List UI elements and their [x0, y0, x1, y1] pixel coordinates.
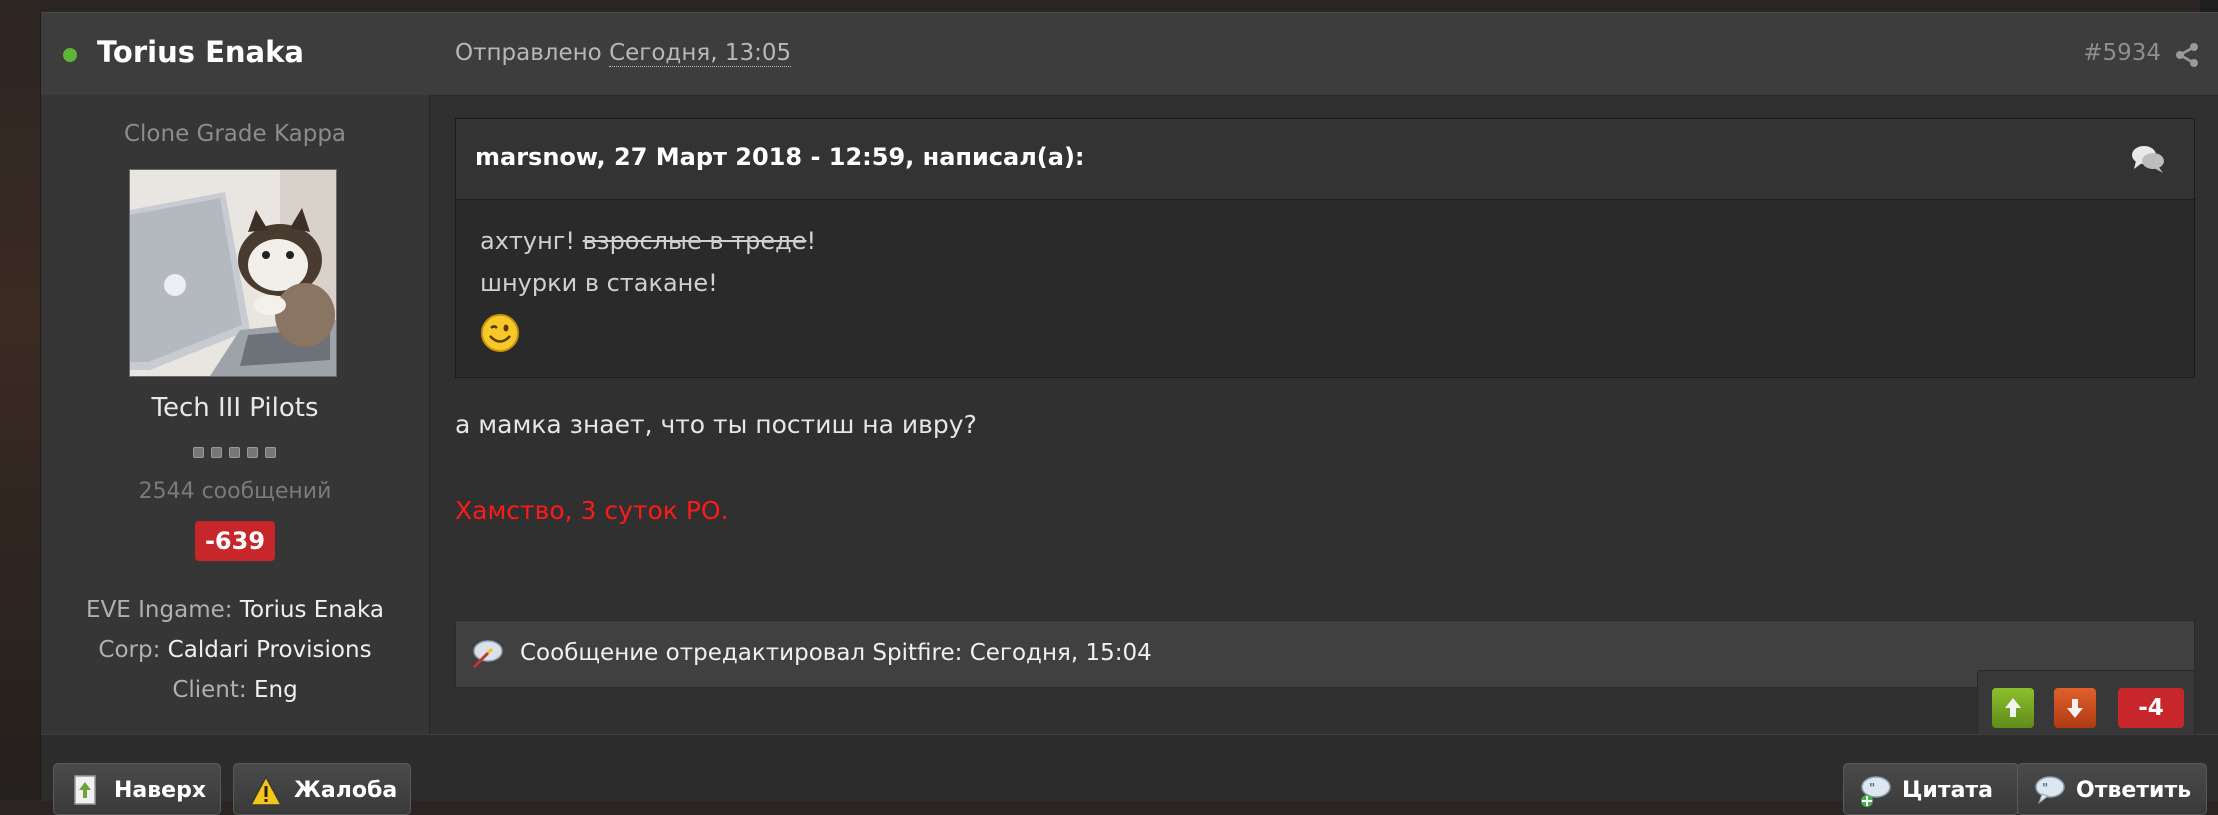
svg-text:": " — [2042, 781, 2048, 795]
rank-pip — [229, 447, 240, 458]
quote-line: шнурки в стакане! — [480, 269, 718, 297]
back-to-top-button[interactable]: Наверх — [53, 763, 221, 815]
edit-note-bar: Сообщение отредактировал Spitfire: Сегод… — [455, 620, 2195, 688]
quote-icon: " — [1861, 776, 1891, 807]
speech-bubbles-icon[interactable] — [2130, 143, 2166, 175]
quote-label: Цитата — [1902, 778, 1994, 803]
edit-note-icon — [472, 640, 503, 669]
rank-pip — [265, 447, 276, 458]
quote-text: ! — [806, 227, 817, 255]
rank-pip — [193, 447, 204, 458]
post-body-text: а мамка знает, что ты постиш на ивру? — [455, 410, 977, 439]
field-value: Caldari Provisions — [167, 637, 372, 663]
profile-field-corp: Corp: Caldari Provisions — [41, 637, 429, 663]
arrow-down-icon — [2067, 699, 2083, 718]
back-to-top-label: Наверх — [114, 778, 207, 803]
field-label: Corp: — [98, 637, 161, 663]
sent-date: Сегодня, 13:05 — [609, 40, 792, 67]
online-status-icon — [63, 48, 77, 62]
reply-icon: " — [2035, 776, 2065, 805]
reputation-badge: -639 — [195, 521, 275, 561]
post-count: 2544 сообщений — [138, 479, 332, 504]
vote-score: -4 — [2118, 688, 2184, 728]
profile-field-eve-ingame: EVE Ingame: Torius Enaka — [41, 597, 429, 623]
reply-label: Ответить — [2076, 778, 2192, 803]
post-footer: Наверх Жалоба " Цитата " Ответить — [41, 734, 2218, 815]
moderator-note: Хамство, 3 суток РО. — [455, 496, 729, 525]
forum-post: Torius Enaka Отправлено Сегодня, 13:05 #… — [40, 12, 2218, 815]
rank-pip — [211, 447, 222, 458]
quote-text: ахтунг! — [480, 227, 583, 255]
report-label: Жалоба — [294, 778, 398, 803]
share-icon[interactable] — [2173, 41, 2201, 69]
user-title: Clone Grade Kappa — [123, 121, 347, 147]
field-value: Eng — [253, 677, 298, 703]
report-button[interactable]: Жалоба — [233, 763, 411, 815]
quote-button[interactable]: " Цитата — [1843, 763, 2019, 815]
author-sidebar: Clone Grade Kappa Tech III Pilots 2544 с… — [41, 95, 430, 735]
post-date: Отправлено Сегодня, 13:05 — [455, 40, 792, 67]
user-group: Tech III Pilots — [151, 393, 319, 423]
reply-button[interactable]: " Ответить — [2017, 763, 2207, 815]
warning-icon — [250, 775, 282, 806]
post-number-link[interactable]: #5934 — [2083, 40, 2161, 66]
vote-down-button[interactable] — [2054, 688, 2096, 728]
post-header: Torius Enaka Отправлено Сегодня, 13:05 #… — [41, 12, 2218, 96]
rank-pips — [193, 447, 276, 458]
arrow-up-icon — [2005, 698, 2021, 717]
vote-up-button[interactable] — [1992, 688, 2034, 728]
rank-pip — [247, 447, 258, 458]
field-value: Torius Enaka — [239, 597, 384, 623]
quote-citation: marsnow, 27 Март 2018 - 12:59, написал(а… — [475, 143, 1085, 171]
field-label: EVE Ingame: — [86, 597, 233, 623]
quote-block: marsnow, 27 Март 2018 - 12:59, написал(а… — [455, 118, 2195, 378]
quote-header: marsnow, 27 Март 2018 - 12:59, написал(а… — [456, 119, 2194, 200]
author-name[interactable]: Torius Enaka — [97, 35, 304, 69]
page-up-icon — [74, 775, 96, 805]
avatar-cat-laptop-image — [130, 170, 336, 376]
sent-label: Отправлено — [455, 40, 602, 66]
edit-note-text: Сообщение отредактировал Spitfire: Сегод… — [520, 640, 1152, 666]
wink-smiley-icon — [481, 314, 519, 352]
quote-strikethrough-text: взрослые в треде — [582, 227, 807, 255]
avatar[interactable] — [129, 169, 337, 377]
quote-line: ахтунг! взрослые в треде! — [480, 227, 816, 255]
page-background-left — [0, 0, 40, 800]
svg-text:": " — [1869, 781, 1875, 795]
field-label: Client: — [172, 677, 247, 703]
profile-field-client: Client: Eng — [41, 677, 429, 703]
